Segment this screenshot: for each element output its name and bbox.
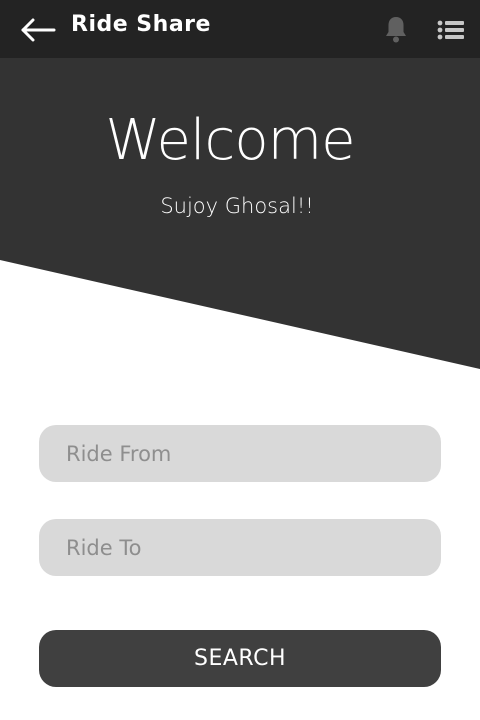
back-button[interactable] <box>18 14 58 46</box>
bell-icon <box>386 17 406 43</box>
list-menu-icon <box>437 20 464 40</box>
app-title: Ride Share <box>71 12 211 37</box>
user-name: Sujoy Ghosal!! <box>160 194 314 218</box>
search-button[interactable]: SEARCH <box>39 630 441 687</box>
top-app-bar: Ride Share <box>0 0 480 58</box>
arrow-left-icon <box>21 18 56 42</box>
welcome-heading: Welcome <box>105 108 355 173</box>
menu-button[interactable] <box>436 16 466 44</box>
ride-to-input[interactable] <box>39 519 441 576</box>
notifications-button[interactable] <box>382 14 410 44</box>
ride-from-input[interactable] <box>39 425 441 482</box>
app-screen: Ride Share Welcome Sujoy Ghosal!! SEARCH <box>0 0 480 720</box>
